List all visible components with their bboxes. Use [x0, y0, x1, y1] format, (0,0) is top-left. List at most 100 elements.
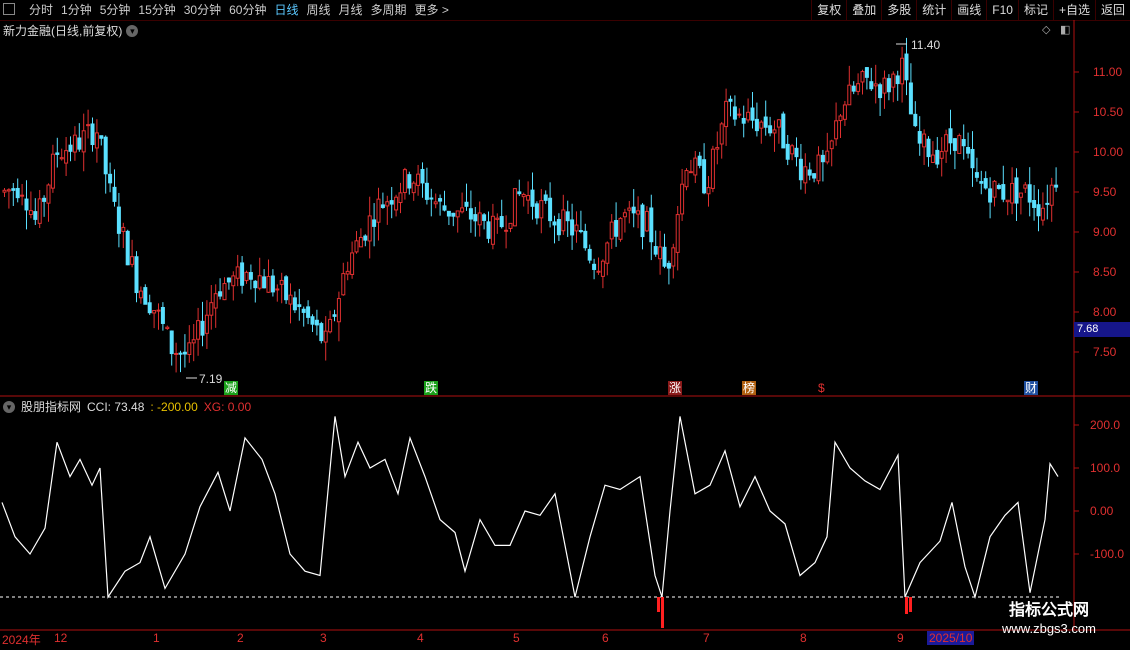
candle-body — [433, 201, 438, 205]
panel-toggle-icon[interactable]: ◧ — [1060, 23, 1070, 36]
candle-body — [50, 153, 55, 189]
candle-body — [130, 256, 135, 265]
candle-body — [279, 279, 284, 285]
tab-period[interactable]: 1分钟 — [58, 3, 97, 17]
event-marker[interactable]: 减 — [224, 381, 239, 395]
event-marker[interactable]: 榜 — [742, 381, 757, 395]
time-label: 7 — [703, 631, 710, 645]
overlay-button[interactable]: 叠加 — [846, 0, 881, 20]
event-marker[interactable]: $ — [817, 381, 826, 395]
event-marker[interactable]: 财 — [1024, 381, 1039, 395]
candle-body — [759, 121, 764, 129]
right-tools: 复权 叠加 多股 统计 画线 F10 标记 +自选 返回 — [811, 0, 1130, 20]
candle-body — [922, 133, 927, 148]
candle-body — [288, 294, 293, 305]
candle-body — [306, 306, 311, 318]
candle-body — [561, 209, 566, 232]
time-label: 2 — [237, 631, 244, 645]
candle-body — [1049, 184, 1054, 206]
candle-body — [873, 83, 878, 87]
candle-body — [658, 246, 663, 260]
tab-period[interactable]: 月线 — [336, 3, 368, 17]
cci-value: CCI: 73.48 — [87, 399, 145, 414]
candle-body — [473, 214, 478, 222]
candle-body — [825, 150, 830, 163]
candle-body — [499, 216, 504, 228]
tab-period[interactable]: 5分钟 — [97, 3, 136, 17]
candle-body — [530, 189, 535, 207]
price-tick: 7.50 — [1093, 345, 1117, 359]
tab-period[interactable]: 60分钟 — [226, 3, 271, 17]
chevron-down-icon[interactable]: ▾ — [3, 400, 15, 413]
tab-period[interactable]: 分时 — [26, 3, 58, 17]
candle-body — [226, 277, 231, 283]
candle-body — [807, 169, 812, 176]
f10-button[interactable]: F10 — [986, 0, 1018, 20]
candle-body — [385, 201, 390, 207]
candle-body — [631, 206, 636, 214]
candle-body — [948, 128, 953, 144]
candle-body — [961, 139, 966, 147]
add-watchlist-button[interactable]: +自选 — [1052, 0, 1095, 20]
tab-period-daily[interactable]: 日线 — [271, 3, 303, 17]
candle-body — [169, 330, 174, 355]
price-axis: 11.00 10.50 10.00 9.50 9.00 8.50 8.00 7.50 — [1074, 65, 1123, 359]
candle-body — [160, 307, 165, 324]
candle-body — [548, 197, 553, 222]
candle-body — [451, 212, 456, 217]
candle-body — [152, 310, 157, 314]
candle-body — [508, 222, 513, 229]
candle-body — [662, 246, 667, 267]
candle-body — [622, 212, 627, 218]
fuquan-button[interactable]: 复权 — [811, 0, 846, 20]
mark-button[interactable]: 标记 — [1017, 0, 1053, 20]
candle-body — [336, 298, 341, 323]
candle-body — [1032, 200, 1037, 208]
tab-period[interactable]: 多周期 — [368, 3, 412, 17]
back-button[interactable]: 返回 — [1094, 0, 1130, 20]
top-toolbar: 分时 1分钟 5分钟 15分钟 30分钟 60分钟 日线 周线 月线 多周期 更… — [0, 0, 1130, 21]
level-value: : -200.00 — [150, 399, 198, 414]
candle-body — [165, 326, 170, 330]
candle-body — [328, 318, 333, 333]
candle-body — [446, 210, 451, 217]
candle-body — [380, 204, 385, 208]
candle-body — [913, 113, 918, 127]
candle-body — [917, 131, 922, 144]
candle-body — [235, 266, 240, 279]
xg-signal-bar — [909, 597, 912, 612]
candle-body — [319, 323, 324, 342]
candle-body — [389, 200, 394, 205]
tab-period[interactable]: 15分钟 — [135, 3, 180, 17]
event-marker[interactable]: 跌 — [424, 381, 439, 395]
candle-body — [680, 183, 685, 215]
candle-body — [636, 210, 641, 215]
high-low-annotations: 11.40 7.19 — [186, 38, 940, 386]
time-label: 8 — [800, 631, 807, 645]
candle-body — [455, 210, 460, 218]
multi-stock-button[interactable]: 多股 — [881, 0, 916, 20]
chevron-down-icon[interactable]: ▾ — [126, 24, 139, 37]
candle-body — [420, 168, 425, 184]
candle-body — [103, 136, 108, 175]
event-marker[interactable]: 涨 — [668, 381, 683, 395]
stock-title: 新力金融(日线,前复权) ▾ — [3, 22, 139, 39]
draw-button[interactable]: 画线 — [951, 0, 986, 20]
candle-body — [490, 215, 495, 245]
candle-body — [424, 182, 429, 200]
tab-period[interactable]: 周线 — [303, 3, 335, 17]
candle-body — [416, 173, 421, 186]
diamond-icon[interactable]: ◇ — [1042, 23, 1050, 36]
candle-body — [908, 82, 913, 115]
tab-more[interactable]: 更多 > — [412, 3, 454, 17]
layout-toggle-icon[interactable] — [3, 3, 15, 15]
indicator-name[interactable]: 股朋指标网 — [21, 398, 81, 415]
stats-button[interactable]: 统计 — [916, 0, 951, 20]
candle-body — [526, 194, 531, 201]
candle-body — [988, 188, 993, 203]
time-label: 3 — [320, 631, 327, 645]
candle-body — [11, 188, 16, 191]
tab-period[interactable]: 30分钟 — [181, 3, 226, 17]
candle-body — [46, 184, 51, 204]
candle-body — [6, 189, 11, 192]
